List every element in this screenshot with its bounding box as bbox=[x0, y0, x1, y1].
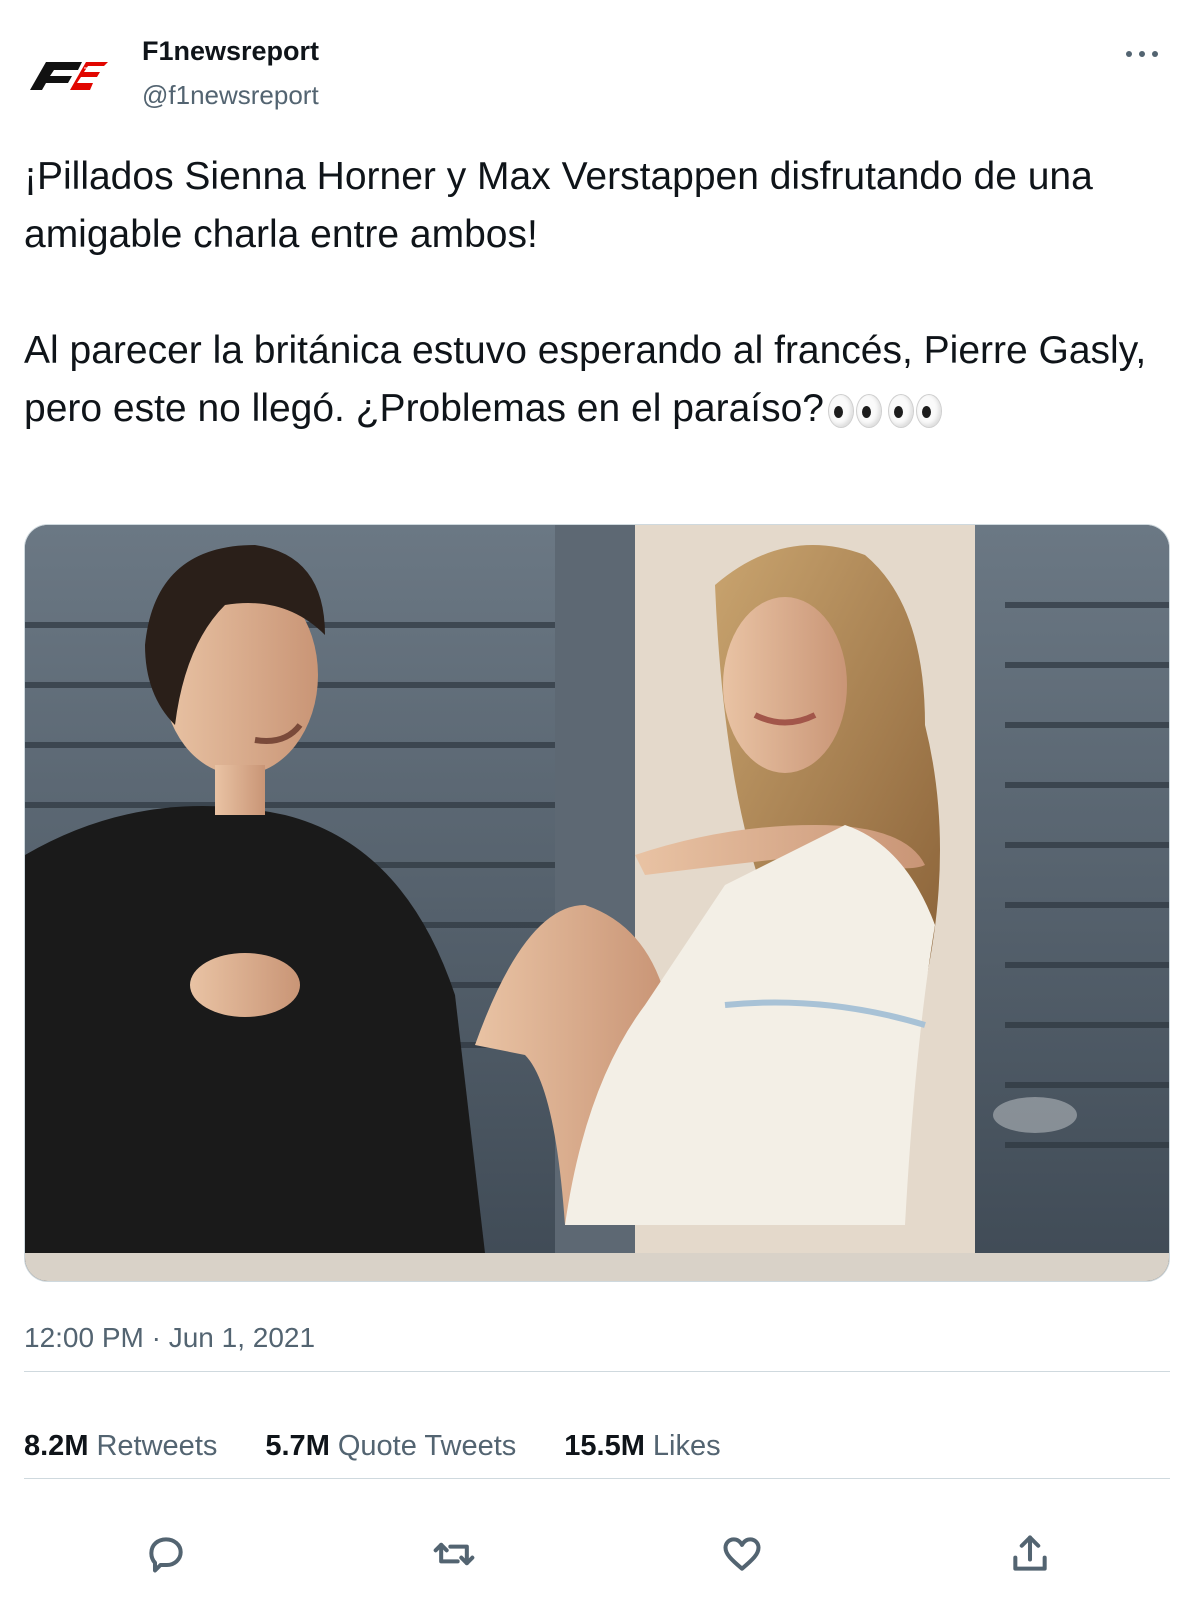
divider bbox=[24, 1371, 1170, 1372]
likes-stat[interactable]: 15.5M Likes bbox=[564, 1430, 720, 1463]
divider bbox=[24, 1478, 1170, 1479]
more-options-icon[interactable] bbox=[1122, 42, 1162, 66]
quote-tweets-stat[interactable]: 5.7M Quote Tweets bbox=[265, 1430, 516, 1463]
tweet-text-paragraph-2: Al parecer la británica estuvo esperando… bbox=[24, 329, 1158, 430]
handle[interactable]: @f1newsreport bbox=[142, 78, 319, 112]
tweet-header: F1newsreport @f1newsreport bbox=[24, 28, 1170, 128]
reply-icon[interactable] bbox=[134, 1522, 198, 1586]
f1-logo-icon[interactable] bbox=[24, 48, 112, 108]
retweets-stat[interactable]: 8.2M Retweets bbox=[24, 1430, 217, 1463]
share-icon[interactable] bbox=[998, 1522, 1062, 1586]
tweet-stats: 8.2M Retweets 5.7M Quote Tweets 15.5M Likes bbox=[24, 1430, 721, 1463]
author-block[interactable]: F1newsreport @f1newsreport bbox=[142, 34, 319, 112]
tweet-photo[interactable] bbox=[24, 524, 1170, 1282]
display-name[interactable]: F1newsreport bbox=[142, 34, 319, 68]
tweet-actions bbox=[24, 1522, 1170, 1586]
tweet-text: ¡Pillados Sienna Horner y Max Verstappen… bbox=[24, 148, 1170, 438]
eyes-emoji-group bbox=[827, 393, 948, 428]
tweet-timestamp[interactable]: 12:00 PM · Jun 1, 2021 bbox=[24, 1322, 315, 1354]
eyes-emoji bbox=[887, 393, 942, 428]
retweet-icon[interactable] bbox=[422, 1522, 486, 1586]
like-icon[interactable] bbox=[710, 1522, 774, 1586]
tweet-text-paragraph-1: ¡Pillados Sienna Horner y Max Verstappen… bbox=[24, 155, 1104, 256]
eyes-emoji bbox=[827, 393, 882, 428]
